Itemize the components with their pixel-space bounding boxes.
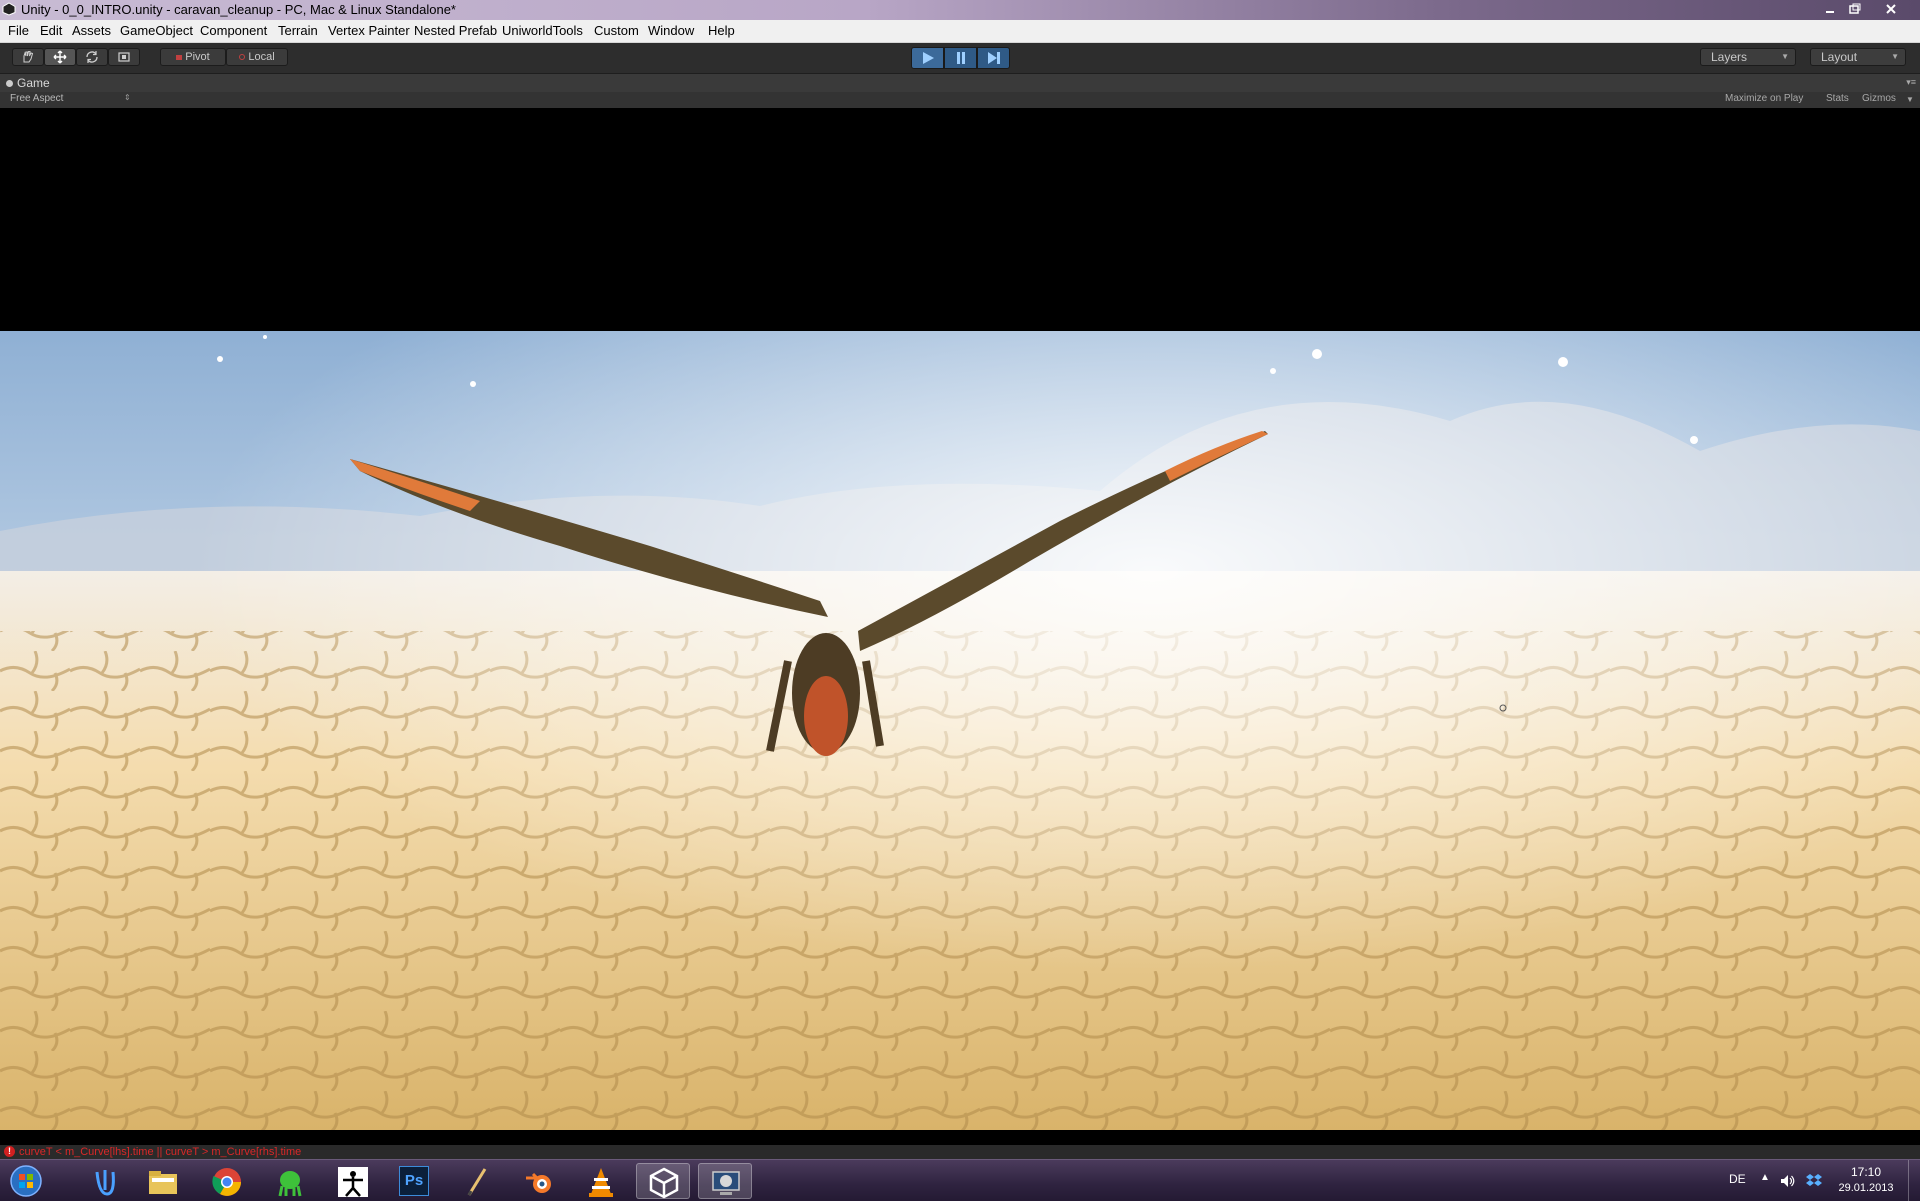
taskbar-alien-app[interactable] bbox=[263, 1163, 317, 1199]
pen-tool-icon bbox=[467, 1168, 487, 1196]
taskbar-chrome[interactable] bbox=[200, 1163, 254, 1199]
game-render-scene bbox=[0, 331, 1920, 1130]
error-icon: ! bbox=[4, 1146, 15, 1157]
chevron-down-icon: ▼ bbox=[1891, 52, 1899, 61]
hand-icon bbox=[23, 51, 34, 63]
maximize-on-play-toggle[interactable]: Maximize on Play bbox=[1725, 93, 1803, 104]
taskbar-blender[interactable] bbox=[512, 1163, 566, 1199]
local-icon bbox=[239, 54, 246, 61]
menu-file[interactable]: File bbox=[8, 23, 29, 38]
layout-label: Layout bbox=[1821, 50, 1858, 64]
show-desktop-button[interactable] bbox=[1908, 1160, 1920, 1201]
close-icon[interactable] bbox=[1868, 1, 1914, 17]
menu-terrain[interactable]: Terrain bbox=[278, 23, 318, 38]
step-icon bbox=[987, 52, 1000, 64]
window-title-bar: Unity - 0_0_INTRO.unity - caravan_cleanu… bbox=[0, 0, 1920, 20]
console-error-message[interactable]: curveT < m_Curve[lhs].time || curveT > m… bbox=[19, 1146, 301, 1158]
local-label: Local bbox=[248, 51, 275, 63]
vlc-icon bbox=[589, 1168, 613, 1197]
photoshop-icon: Ps bbox=[399, 1166, 429, 1196]
play-button[interactable] bbox=[911, 47, 944, 69]
hand-tool-button[interactable] bbox=[12, 48, 44, 66]
pivot-toggle[interactable]: Pivot bbox=[160, 48, 226, 66]
windows-taskbar: Ps DE ▲ 17:10 29.01.2013 bbox=[0, 1159, 1920, 1201]
move-tool-button[interactable] bbox=[44, 48, 76, 66]
taskbar-vlc[interactable] bbox=[574, 1163, 628, 1199]
toolbar: Pivot Local Layers ▼ Layout ▼ bbox=[0, 43, 1920, 74]
pivot-icon bbox=[176, 54, 183, 60]
taskbar-remote-desktop[interactable] bbox=[698, 1163, 752, 1199]
tab-game[interactable]: Game bbox=[6, 76, 50, 90]
taskbar-zbrush[interactable] bbox=[326, 1163, 380, 1199]
game-view-controlbar: Free Aspect ⇕ Maximize on Play Stats Giz… bbox=[0, 92, 1920, 108]
game-tab-icon bbox=[6, 80, 13, 87]
menu-gameobject[interactable]: GameObject bbox=[120, 23, 193, 38]
chrome-icon bbox=[212, 1168, 241, 1196]
blender-icon bbox=[526, 1172, 551, 1193]
menu-nested-prefab[interactable]: Nested Prefab bbox=[414, 23, 497, 38]
pivot-label: Pivot bbox=[185, 51, 210, 63]
start-orb-icon bbox=[10, 1165, 42, 1197]
taskbar-explorer[interactable] bbox=[136, 1163, 190, 1199]
restore-icon[interactable] bbox=[1843, 1, 1867, 17]
taskbar-wacom[interactable] bbox=[78, 1163, 132, 1199]
panel-menu-icon[interactable]: ▾≡ bbox=[1906, 77, 1916, 88]
language-indicator[interactable]: DE bbox=[1729, 1172, 1746, 1186]
minimize-icon[interactable] bbox=[1818, 1, 1842, 17]
unity-app-icon bbox=[2, 2, 16, 16]
aspect-dropdown[interactable]: Free Aspect bbox=[10, 93, 63, 104]
dropbox-icon[interactable] bbox=[1806, 1173, 1822, 1189]
game-view-tab-bar: Game ▾≡ bbox=[0, 74, 1920, 92]
clock-time[interactable]: 17:10 bbox=[1836, 1165, 1896, 1179]
scale-tool-button[interactable] bbox=[108, 48, 140, 66]
menu-window[interactable]: Window bbox=[648, 23, 694, 38]
gizmos-dropdown[interactable]: Gizmos bbox=[1862, 93, 1896, 104]
menu-bar: File Edit Assets GameObject Component Te… bbox=[0, 20, 1920, 43]
local-toggle[interactable]: Local bbox=[226, 48, 288, 66]
pause-button[interactable] bbox=[944, 47, 977, 69]
unity-icon bbox=[649, 1167, 679, 1199]
clock-date[interactable]: 29.01.2013 bbox=[1833, 1182, 1899, 1194]
scale-icon bbox=[118, 52, 130, 62]
volume-icon[interactable] bbox=[1780, 1174, 1796, 1188]
taskbar-pen-tool[interactable] bbox=[450, 1163, 504, 1199]
game-tab-label: Game bbox=[17, 76, 50, 90]
menu-custom[interactable]: Custom bbox=[594, 23, 639, 38]
layout-dropdown[interactable]: Layout ▼ bbox=[1810, 48, 1906, 66]
taskbar-photoshop[interactable]: Ps bbox=[388, 1163, 442, 1199]
taskbar-unity[interactable] bbox=[636, 1163, 690, 1199]
rotate-tool-button[interactable] bbox=[76, 48, 108, 66]
window-title: Unity - 0_0_INTRO.unity - caravan_cleanu… bbox=[21, 2, 456, 17]
menu-component[interactable]: Component bbox=[200, 23, 267, 38]
pause-icon bbox=[956, 52, 965, 64]
layers-dropdown[interactable]: Layers ▼ bbox=[1700, 48, 1796, 66]
start-button[interactable] bbox=[0, 1163, 52, 1199]
console-status-bar[interactable]: ! curveT < m_Curve[lhs].time || curveT >… bbox=[0, 1145, 1920, 1159]
chevron-down-icon: ▼ bbox=[1906, 95, 1914, 104]
chevron-updown-icon: ⇕ bbox=[124, 93, 131, 102]
layers-label: Layers bbox=[1711, 50, 1748, 64]
wacom-icon bbox=[95, 1170, 115, 1196]
play-icon bbox=[922, 52, 934, 64]
menu-edit[interactable]: Edit bbox=[40, 23, 62, 38]
move-icon bbox=[53, 50, 67, 64]
menu-help[interactable]: Help bbox=[708, 23, 735, 38]
rotate-icon bbox=[86, 51, 98, 63]
game-viewport[interactable] bbox=[0, 108, 1920, 1145]
alien-app-icon bbox=[278, 1171, 302, 1197]
stats-toggle[interactable]: Stats bbox=[1826, 93, 1849, 104]
remote-desktop-icon bbox=[712, 1171, 740, 1195]
menu-assets[interactable]: Assets bbox=[72, 23, 111, 38]
zbrush-icon bbox=[338, 1167, 368, 1197]
menu-uniworldtools[interactable]: UniworldTools bbox=[502, 23, 583, 38]
show-hidden-icons-icon[interactable]: ▲ bbox=[1760, 1172, 1770, 1183]
file-explorer-icon bbox=[149, 1171, 177, 1194]
step-button[interactable] bbox=[977, 47, 1010, 69]
menu-vertex-painter[interactable]: Vertex Painter bbox=[328, 23, 410, 38]
chevron-down-icon: ▼ bbox=[1781, 52, 1789, 61]
photoshop-label: Ps bbox=[404, 1172, 424, 1189]
